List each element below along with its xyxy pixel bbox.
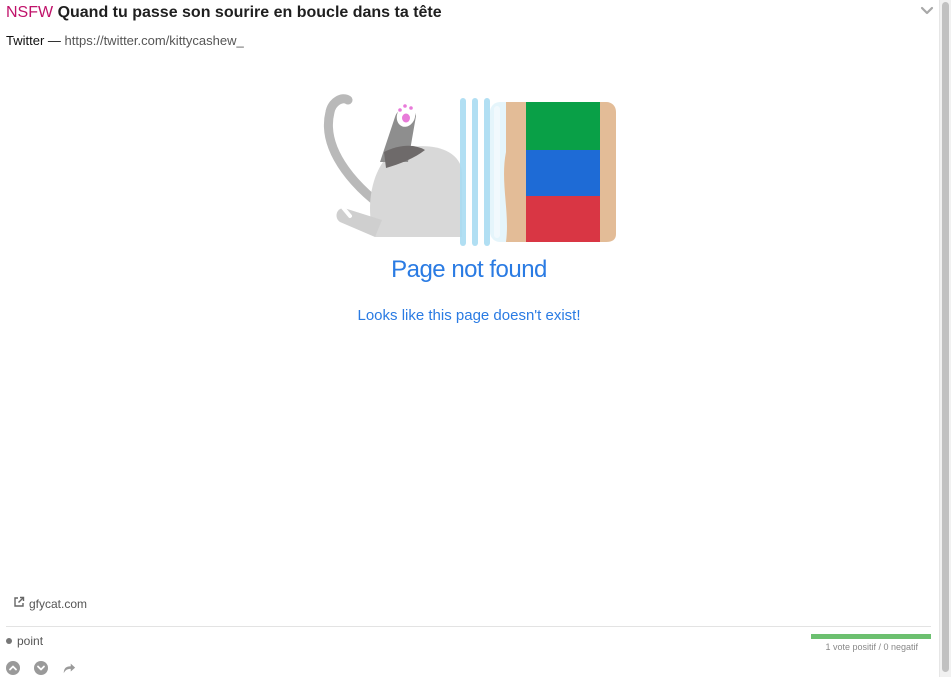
post-source: Twitter — https://twitter.com/kittycashe… bbox=[6, 33, 244, 48]
points-label: point bbox=[17, 634, 44, 648]
jar-stripe-red bbox=[526, 196, 600, 242]
chevron-down-icon[interactable] bbox=[920, 4, 934, 18]
divider bbox=[6, 626, 931, 627]
cat-in-jar-illustration bbox=[324, 94, 616, 246]
scrollbar-thumb[interactable] bbox=[942, 2, 949, 672]
vote-ratio-bar bbox=[811, 634, 931, 639]
error-message: Looks like this page doesn't exist! bbox=[357, 307, 581, 324]
source-url-link[interactable]: https://twitter.com/kittycashew_ bbox=[65, 33, 244, 48]
vote-summary: 1 vote positif / 0 negatif bbox=[825, 642, 918, 652]
downvote-icon[interactable] bbox=[34, 661, 48, 675]
embed-illustration bbox=[320, 92, 620, 252]
post-card: NSFW Quand tu passe son sourire en boucl… bbox=[0, 0, 938, 677]
external-link-icon bbox=[13, 596, 25, 611]
post-title[interactable]: Quand tu passe son sourire en boucle dan… bbox=[58, 4, 442, 21]
post-title-row: NSFW Quand tu passe son sourire en boucl… bbox=[6, 4, 442, 22]
source-separator: — bbox=[47, 33, 61, 48]
error-title: Page not found bbox=[391, 256, 547, 283]
domain-label: gfycat.com bbox=[29, 596, 88, 611]
nsfw-tag[interactable]: NSFW bbox=[6, 4, 53, 21]
jar-stripe-blue bbox=[526, 150, 600, 196]
points-dot-icon bbox=[6, 638, 12, 644]
upvote-icon[interactable] bbox=[6, 661, 20, 675]
vote-ratio-fill bbox=[811, 634, 931, 639]
share-icon[interactable] bbox=[62, 661, 76, 675]
source-name: Twitter bbox=[6, 33, 45, 48]
page: NSFW Quand tu passe son sourire en boucl… bbox=[0, 0, 951, 677]
jar-stripe-green bbox=[526, 102, 600, 150]
points-indicator: point bbox=[6, 634, 43, 648]
scrollbar[interactable] bbox=[939, 0, 951, 677]
domain-link[interactable]: gfycat.com bbox=[13, 596, 87, 611]
post-actions bbox=[6, 661, 76, 675]
